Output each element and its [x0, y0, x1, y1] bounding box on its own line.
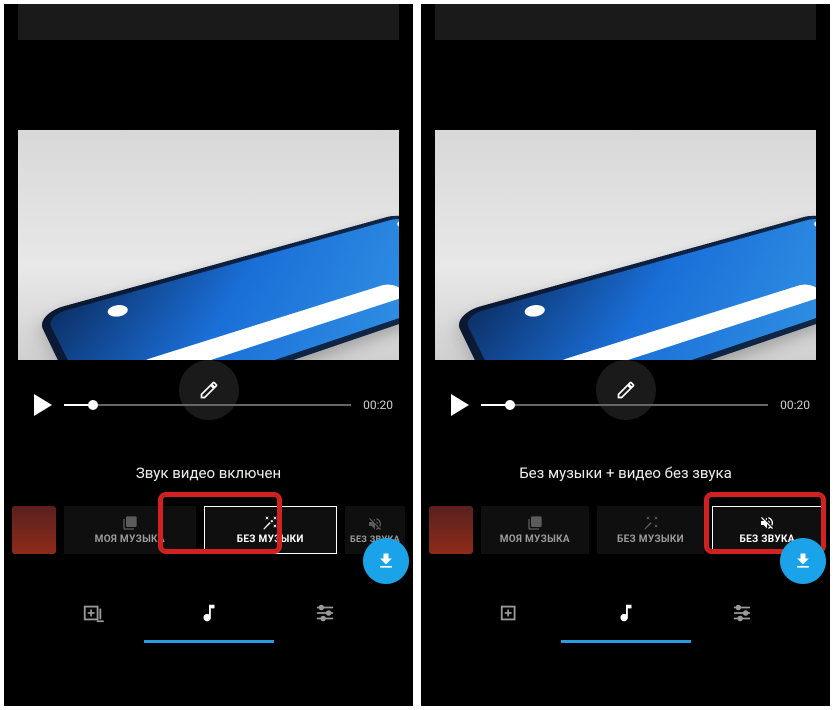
add-clip-icon [499, 602, 521, 624]
audio-options: МОЯ МУЗЫКА БЕЗ МУЗЫКИ БЕЗ ЗВУКА [12, 498, 405, 562]
library-icon [527, 515, 543, 531]
edit-icon [199, 380, 219, 400]
download-icon [376, 551, 396, 571]
edit-button[interactable] [179, 360, 239, 420]
play-button[interactable] [34, 394, 52, 416]
top-bar [435, 4, 816, 40]
bottom-nav [4, 600, 413, 634]
sliders-icon [314, 602, 336, 624]
playback-controls: 00:20 [441, 380, 810, 430]
play-button[interactable] [451, 394, 469, 416]
option-my-music[interactable]: МОЯ МУЗЫКА [481, 506, 589, 554]
music-thumbnail[interactable] [429, 506, 473, 554]
audio-status-caption: Звук видео включен [4, 464, 413, 482]
sliders-icon [731, 602, 753, 624]
option-no-music[interactable]: БЕЗ МУЗЫКИ [597, 506, 705, 554]
video-preview[interactable] [435, 130, 816, 360]
option-no-music[interactable]: БЕЗ МУЗЫКИ [204, 506, 338, 554]
nav-add-clip[interactable] [497, 600, 523, 626]
phone-render [453, 212, 816, 360]
download-button[interactable] [363, 538, 409, 584]
audio-status-caption: Без музыки + видео без звука [421, 464, 830, 482]
screen-right: 00:20 Без музыки + видео без звука МОЯ М… [421, 4, 830, 706]
duration-label: 00:20 [363, 398, 393, 412]
audio-options: МОЯ МУЗЫКА БЕЗ МУЗЫКИ БЕЗ ЗВУКА [429, 498, 822, 562]
download-icon [793, 551, 813, 571]
edit-icon [616, 380, 636, 400]
mute-icon [367, 516, 383, 532]
progress-bar[interactable] [481, 404, 768, 406]
phone-render [36, 212, 399, 360]
playback-controls: 00:20 [24, 380, 393, 430]
music-note-icon [615, 602, 637, 624]
nav-add-clip[interactable] [80, 600, 106, 626]
nav-music[interactable] [613, 600, 639, 626]
screen-left: 00:20 Звук видео включен МОЯ МУЗЫКА БЕЗ … [4, 4, 413, 706]
nav-adjust[interactable] [729, 600, 755, 626]
add-clip-icon [82, 602, 104, 624]
nav-music[interactable] [196, 600, 222, 626]
mute-icon [759, 515, 775, 531]
download-button[interactable] [780, 538, 826, 584]
wand-icon [643, 515, 659, 531]
music-thumbnail[interactable] [12, 506, 56, 554]
option-my-music[interactable]: МОЯ МУЗЫКА [64, 506, 196, 554]
library-icon [122, 515, 138, 531]
nav-indicator [144, 640, 274, 643]
nav-adjust[interactable] [312, 600, 338, 626]
music-note-icon [198, 602, 220, 624]
bottom-nav [421, 600, 830, 634]
progress-bar[interactable] [64, 404, 351, 406]
edit-button[interactable] [596, 360, 656, 420]
nav-indicator [561, 640, 691, 643]
video-preview[interactable] [18, 130, 399, 360]
top-bar [18, 4, 399, 40]
duration-label: 00:20 [780, 398, 810, 412]
wand-icon [262, 515, 278, 531]
